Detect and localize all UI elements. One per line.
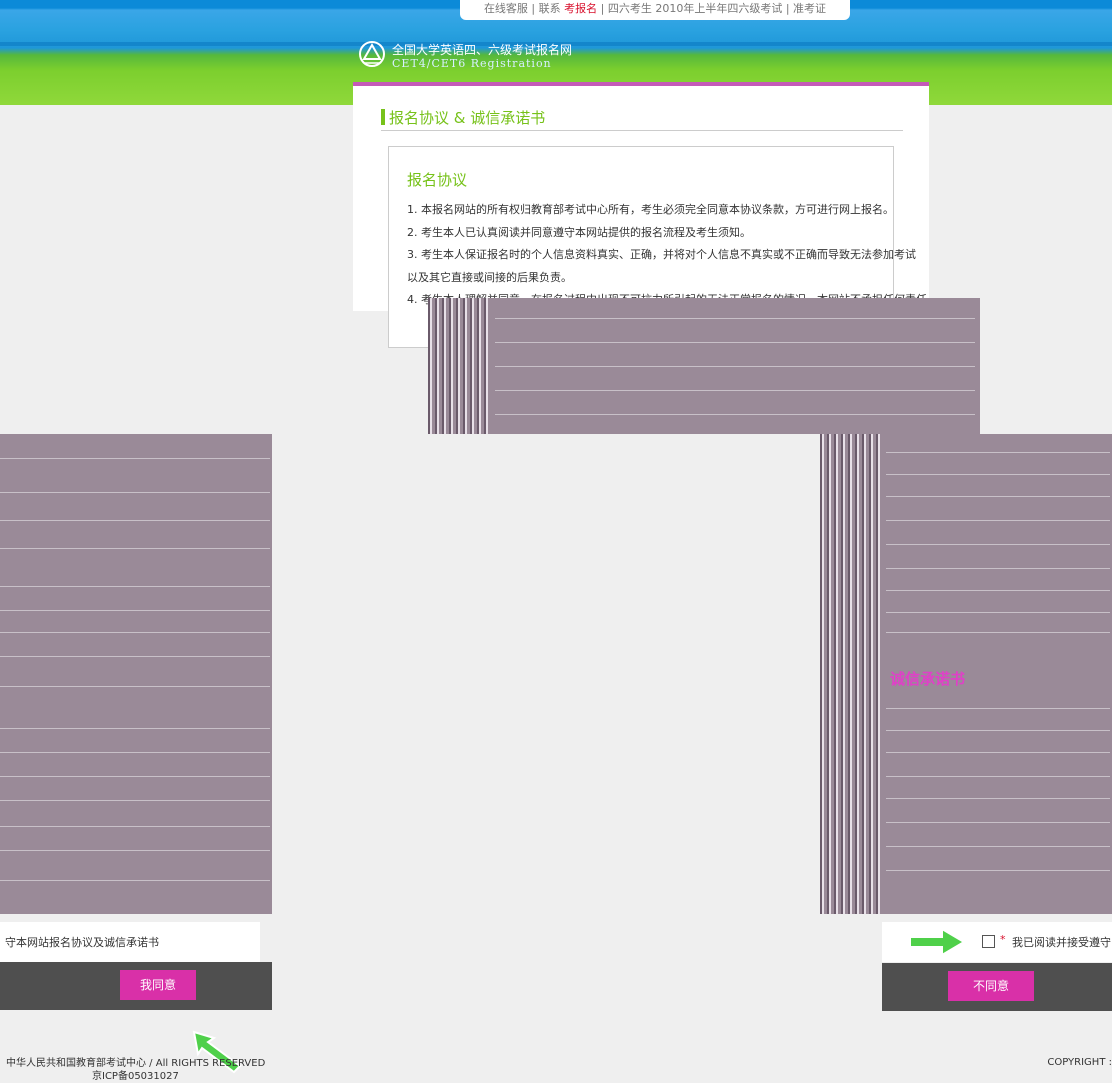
glitch-line: [0, 610, 270, 611]
page-title: 报名协议 & 诚信承诺书: [381, 108, 903, 131]
glitch-line: [886, 520, 1110, 521]
glitch-line: [886, 730, 1110, 731]
glitch-stripes-center: [428, 298, 490, 434]
main-panel: 报名协议 & 诚信承诺书 报名协议 1. 本报名网站的所有权归教育部考试中心所有…: [353, 82, 929, 348]
topnav-item-contact[interactable]: 联系: [539, 2, 561, 15]
arrow-right-icon: [909, 927, 966, 957]
glitch-line: [886, 496, 1110, 497]
top-nav: 在线客服 | 联系 考报名 | 四六考生 2010年上半年四六级考试 | 准考证: [460, 0, 850, 20]
glitch-line: [886, 474, 1110, 475]
glitch-line: [0, 520, 270, 521]
glitch-line: [886, 632, 1110, 633]
glitch-line: [0, 686, 270, 687]
glitch-line: [0, 728, 270, 729]
glitch-line: [495, 366, 975, 367]
glitch-line: [886, 568, 1110, 569]
copyright-text: 中华人民共和国教育部考试中心 / All RIGHTS RESERVED: [6, 1058, 266, 1069]
glitch-line: [886, 590, 1110, 591]
disagree-button[interactable]: 不同意: [948, 971, 1034, 1001]
glitch-line: [495, 342, 975, 343]
icp-number: 京ICP备05031027: [92, 1071, 179, 1082]
glitch-line: [0, 752, 270, 753]
glitch-line: [886, 544, 1110, 545]
glitch-line: [886, 776, 1110, 777]
glitch-line: [886, 798, 1110, 799]
accept-strip-left: 守本网站报名协议及诚信承诺书: [0, 922, 260, 962]
topnav-item-exam[interactable]: 四六考生: [608, 2, 652, 15]
glitch-line: [886, 846, 1110, 847]
glitch-line: [886, 708, 1110, 709]
glitch-line: [495, 318, 975, 319]
footer-left: 中华人民共和国教育部考试中心 / All RIGHTS RESERVED 京IC…: [6, 1057, 265, 1083]
glitch-line: [886, 870, 1110, 871]
glitch-line: [886, 752, 1110, 753]
glitch-line: [0, 776, 270, 777]
glitch-line: [0, 850, 270, 851]
agreement-item: 1. 本报名网站的所有权归教育部考试中心所有，考生必须完全同意本协议条款，方可进…: [407, 203, 894, 216]
glitch-line: [0, 458, 270, 459]
site-title: 全国大学英语四、六级考试报名网 CET4/CET6 Registration: [392, 43, 573, 71]
glitch-line: [495, 390, 975, 391]
required-star: *: [1000, 933, 1006, 946]
glitch-line: [0, 656, 270, 657]
topnav-item-service[interactable]: 在线客服: [484, 2, 528, 15]
glitch-line: [0, 548, 270, 549]
agreement-item: 2. 考生本人已认真阅读并同意遵守本网站提供的报名流程及考生须知。: [407, 225, 751, 239]
glitch-line: [0, 800, 270, 801]
glitch-line: [0, 826, 270, 827]
accept-label-right[interactable]: 我已阅读并接受遵守: [1012, 934, 1111, 950]
glitch-line: [0, 492, 270, 493]
topnav-item-session[interactable]: 2010年上半年四六级考试: [655, 2, 782, 15]
topnav-item-register[interactable]: 考报名: [564, 2, 597, 15]
topnav-item-ticket[interactable]: 准考证: [793, 2, 826, 15]
button-bar-left: 我同意: [0, 962, 272, 1010]
agreement-list: 1. 本报名网站的所有权归教育部考试中心所有，考生必须完全同意本协议条款，方可进…: [407, 199, 927, 312]
glitch-line: [886, 452, 1110, 453]
site-title-en: CET4/CET6 Registration: [392, 57, 552, 70]
glitch-line: [886, 822, 1110, 823]
title-bar-marker: [381, 109, 385, 125]
glitch-line: [0, 880, 270, 881]
glitch-line: [0, 632, 270, 633]
glitch-stripes-right: [820, 434, 882, 914]
footer-right: COPYRIGHT :: [1047, 1057, 1112, 1068]
glitch-line: [886, 612, 1110, 613]
agree-button[interactable]: 我同意: [120, 970, 196, 1000]
cet-logo-icon: [359, 41, 385, 67]
glitch-line: [495, 414, 975, 415]
button-bar-right: 不同意: [882, 963, 1112, 1011]
glitch-line: [0, 586, 270, 587]
site-title-cn: 全国大学英语四、六级考试报名网: [392, 43, 573, 57]
page-title-text: 报名协议 & 诚信承诺书: [389, 109, 546, 127]
vow-heading: 诚信承诺书: [890, 670, 966, 688]
accept-label-left: 守本网站报名协议及诚信承诺书: [5, 936, 159, 949]
agreement-heading: 报名协议: [407, 171, 468, 189]
agreement-item: 以及其它直接或间接的后果负责。: [407, 270, 572, 284]
glitch-block-left: [0, 434, 272, 914]
accept-checkbox[interactable]: [982, 935, 995, 948]
agreement-item: 3. 考生本人保证报名时的个人信息资料真实、正确，并将对个人信息不真实或不正确而…: [407, 248, 916, 261]
